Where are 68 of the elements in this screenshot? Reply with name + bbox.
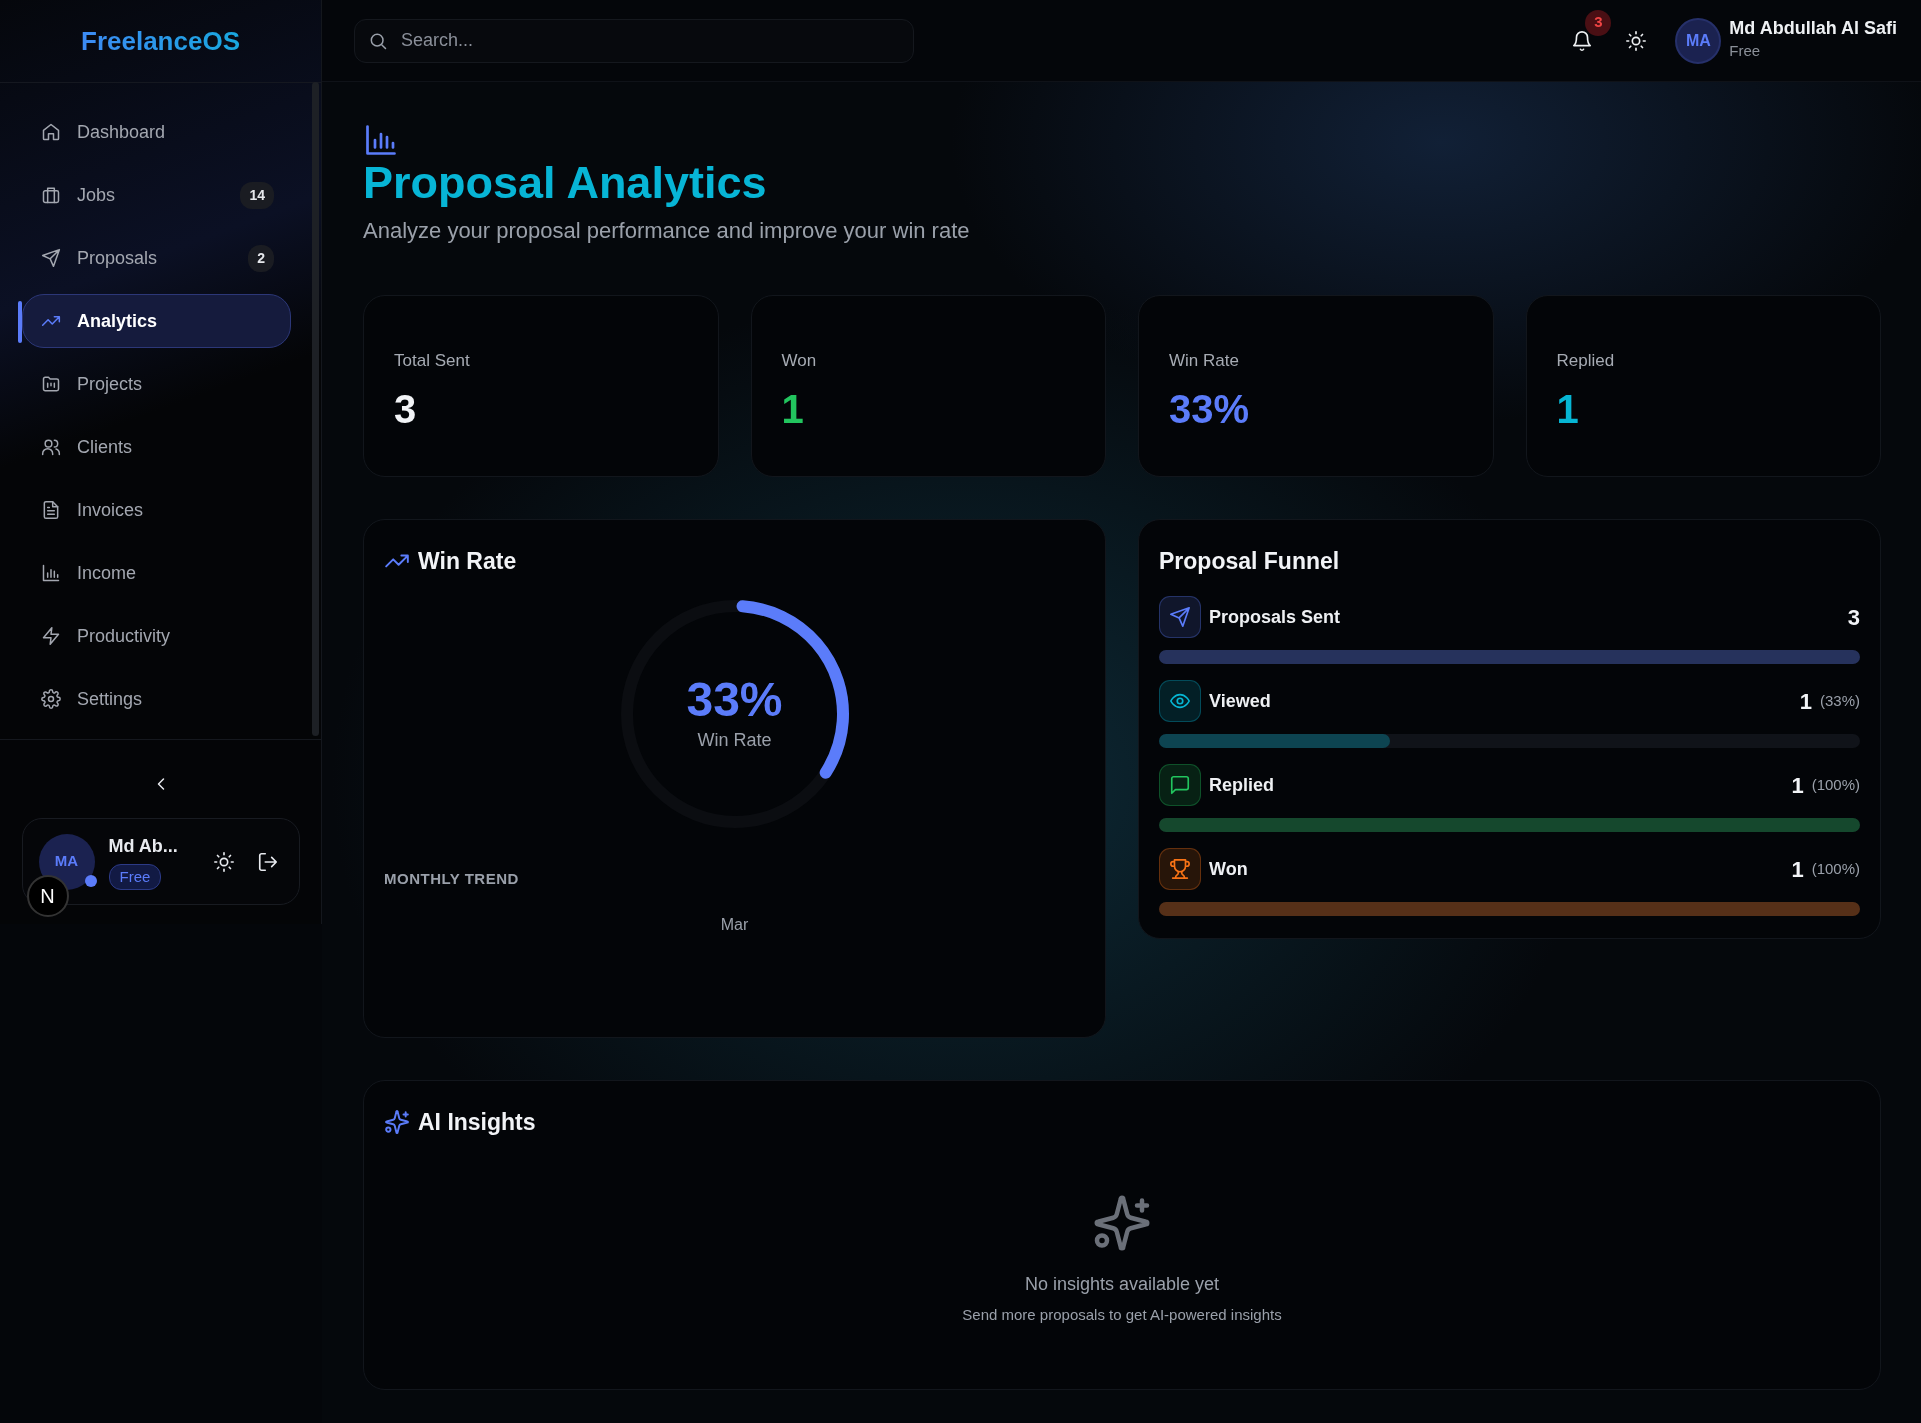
stat-label: Replied (1556, 349, 1616, 372)
nav-item[interactable]: Settings (22, 672, 291, 726)
stage-percent: (100%) (1811, 858, 1860, 879)
nav-item[interactable]: Income (22, 546, 291, 600)
user-name: Md Ab... (108, 834, 179, 858)
stat-value: 33% (1169, 386, 1251, 433)
stage-label: Replied (1209, 773, 1275, 797)
stage-count: 1 (1791, 771, 1804, 800)
user-avatar[interactable]: MA (1675, 17, 1722, 64)
nav-item[interactable]: Productivity (22, 609, 291, 663)
stage-label: Viewed (1209, 689, 1272, 713)
sparkles-icon (384, 1108, 410, 1135)
nav-item[interactable]: Projects (22, 357, 291, 411)
dev-indicator-button[interactable]: N (26, 875, 69, 917)
count-badge: 2 (248, 244, 274, 272)
active-indicator (18, 301, 22, 343)
user-name: Md Abdullah Al Safi (1729, 18, 1897, 41)
gauge-value: 33% (686, 674, 783, 727)
stage-label: Proposals Sent (1209, 605, 1342, 629)
stage-count: 3 (1847, 603, 1860, 632)
users-icon (41, 437, 61, 457)
count-badge: 14 (240, 181, 274, 209)
gauge-caption: Win Rate (696, 728, 773, 752)
empty-state-text: Send more proposals to get AI-powered insights (962, 1305, 1282, 1325)
document-icon (41, 500, 61, 520)
notification-badge: 3 (1585, 9, 1612, 36)
card-title: Win Rate (418, 546, 517, 576)
section-label: MONTHLY TREND (384, 869, 520, 889)
sparkles-icon (1092, 1193, 1152, 1253)
stat-label: Won (781, 349, 818, 372)
logout-icon (256, 850, 279, 873)
nav-item[interactable]: Invoices (22, 483, 291, 537)
bar-chart-icon (41, 563, 61, 583)
briefcase-icon (41, 185, 61, 205)
nav-item[interactable]: Clients (22, 420, 291, 474)
scrollbar[interactable] (312, 82, 319, 736)
stage-count: 1 (1799, 687, 1812, 716)
lightning-icon (41, 626, 61, 646)
nav-item[interactable]: Dashboard (22, 105, 291, 159)
settings-icon (41, 689, 61, 709)
plan-label: Free (1729, 41, 1762, 62)
user-avatar: MA (38, 833, 95, 890)
stat-label: Total Sent (394, 349, 471, 372)
house-icon (41, 122, 61, 142)
stage-percent: (100%) (1811, 774, 1860, 795)
paper-plane-icon (41, 248, 61, 268)
sun-icon (212, 850, 235, 873)
bar-chart-icon (363, 122, 399, 158)
page-subtitle: Analyze your proposal performance and improve your win rate (363, 216, 971, 245)
card-title: Proposal Funnel (1159, 546, 1341, 576)
stat-label: Win Rate (1169, 349, 1240, 372)
page-title: Proposal Analytics (363, 158, 768, 208)
stage-label: Won (1209, 857, 1249, 881)
stage-count: 1 (1791, 855, 1804, 884)
stat-value: 3 (394, 386, 418, 433)
nav-item[interactable]: Jobs 14 (22, 168, 291, 222)
empty-state-title: No insights available yet (1024, 1273, 1220, 1296)
stat-value: 1 (1556, 386, 1580, 433)
bell-icon (1571, 29, 1594, 52)
stat-value: 1 (781, 386, 805, 433)
stage-percent: (33%) (1820, 690, 1860, 711)
card-title: AI Insights (418, 1107, 536, 1137)
search-field[interactable]: Search... (354, 18, 914, 63)
plan-badge: Free (108, 863, 162, 891)
folder-icon (41, 374, 61, 394)
nav-item[interactable]: Proposals 2 (22, 231, 291, 285)
sun-icon (1625, 29, 1648, 52)
month-label: Mar (720, 914, 749, 935)
